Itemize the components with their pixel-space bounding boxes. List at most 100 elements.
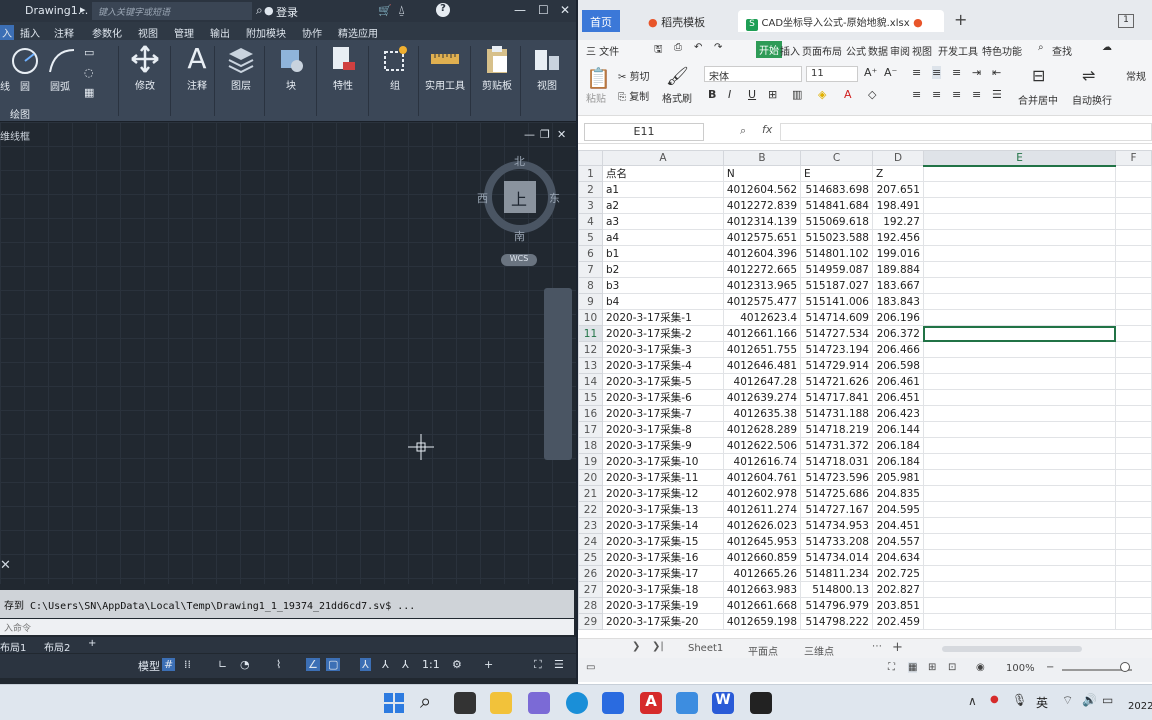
table-cell[interactable] [1115, 261, 1152, 278]
table-cell[interactable]: 204.634 [872, 549, 924, 566]
table-cell[interactable]: 2020-3-17采集-7 [601, 405, 724, 422]
table-cell[interactable]: 192.27 [872, 213, 924, 230]
table-cell[interactable] [1115, 581, 1152, 598]
file-explorer-icon[interactable] [490, 692, 512, 714]
table-cell[interactable] [1115, 213, 1152, 230]
table-cell[interactable]: 206.423 [872, 405, 924, 422]
menu-icon[interactable]: ☰ [554, 658, 564, 671]
table-cell[interactable]: 514683.698 [800, 181, 873, 198]
table-cell[interactable]: 4012647.28 [722, 373, 802, 390]
table-cell[interactable]: 203.851 [872, 597, 924, 614]
minimize-icon[interactable]: — [514, 3, 526, 17]
menu-developer[interactable]: 开发工具 [938, 43, 978, 58]
table-cell[interactable]: 2020-3-17采集-2 [601, 325, 724, 342]
align-middle-icon[interactable]: ≡ [932, 66, 942, 79]
table-cell[interactable] [1115, 565, 1152, 582]
table-cell[interactable]: 207.651 [872, 181, 924, 198]
recorder-icon[interactable] [750, 692, 772, 714]
table-cell[interactable] [1115, 437, 1152, 454]
table-cell[interactable]: 514723.596 [800, 469, 873, 486]
annotation-visibility-icon[interactable]: ⅄ [360, 658, 371, 671]
row-header[interactable]: 20 [578, 469, 603, 486]
clock-date[interactable]: 2022 [1128, 701, 1152, 712]
edge-browser-icon[interactable] [566, 692, 588, 714]
table-cell[interactable]: 514841.684 [800, 197, 873, 214]
row-header[interactable]: 9 [578, 293, 603, 310]
modify-button[interactable]: 修改 [120, 42, 170, 120]
layers-button[interactable]: 图层 [216, 42, 266, 120]
table-cell[interactable] [1115, 597, 1152, 614]
status-page-icon[interactable]: ▭ [586, 662, 595, 673]
table-cell[interactable] [1115, 389, 1152, 406]
ortho-icon[interactable]: ∟ [218, 658, 227, 671]
tab-home-page[interactable]: 首页 [582, 10, 620, 32]
table-cell[interactable] [1115, 453, 1152, 470]
table-cell[interactable] [922, 597, 1117, 614]
table-cell[interactable] [1115, 469, 1152, 486]
table-cell[interactable]: 4012665.26 [722, 565, 802, 582]
table-cell[interactable]: 206.598 [872, 357, 924, 374]
table-cell[interactable]: 202.725 [872, 565, 924, 582]
table-cell[interactable] [922, 389, 1117, 406]
row-header[interactable]: 21 [578, 485, 603, 502]
tab-insert[interactable]: 插入 [20, 25, 40, 40]
windows-start-icon[interactable] [384, 693, 404, 713]
table-cell[interactable] [1115, 357, 1152, 374]
table-cell[interactable] [922, 405, 1117, 422]
row-header[interactable]: 1 [578, 165, 603, 182]
table-cell[interactable]: 198.491 [872, 197, 924, 214]
table-cell[interactable]: 2020-3-17采集-16 [601, 549, 724, 566]
table-cell[interactable]: 4012622.506 [722, 437, 802, 454]
table-cell[interactable]: 199.016 [872, 245, 924, 262]
tray-red-dot-icon[interactable]: ● [990, 694, 999, 705]
microphone-icon[interactable]: 🎙 [1012, 693, 1027, 707]
table-cell[interactable]: 514959.087 [800, 261, 873, 278]
table-cell[interactable] [922, 357, 1117, 374]
table-cell[interactable]: 514734.953 [800, 517, 873, 534]
zoom-out-icon[interactable]: − [1046, 662, 1054, 673]
add-layout-icon[interactable]: + [88, 638, 96, 649]
snap-icon[interactable]: ⁞⁞ [184, 658, 191, 671]
tray-overflow-icon[interactable]: ∧ [968, 694, 977, 708]
menu-find[interactable]: 查找 [1052, 43, 1072, 58]
number-format-label[interactable]: 常规 [1126, 68, 1146, 83]
bold-icon[interactable]: B [708, 88, 716, 101]
prev-sheet-icon[interactable]: ❯ [632, 641, 640, 652]
table-cell[interactable] [1115, 501, 1152, 518]
model-space-button[interactable]: 模型 [138, 658, 160, 674]
row-header[interactable]: 29 [578, 613, 603, 630]
app-icon[interactable] [528, 692, 550, 714]
fill-color-icon[interactable]: ◈ [818, 88, 826, 101]
rectangle-icon[interactable]: ▭ [84, 46, 94, 59]
cmd-close-icon[interactable]: ✕ [0, 558, 11, 573]
battery-icon[interactable]: ▭ [1102, 693, 1113, 707]
table-cell[interactable]: 206.184 [872, 453, 924, 470]
border-icon[interactable]: ⊞ [768, 88, 777, 101]
table-cell[interactable]: 183.667 [872, 277, 924, 294]
menu-page-layout[interactable]: 页面布局 [802, 43, 842, 58]
auto-scale-icon[interactable]: ⅄ [382, 658, 389, 671]
table-cell[interactable]: 4012604.761 [722, 469, 802, 486]
view-button[interactable]: 视图 [522, 42, 572, 120]
table-cell[interactable] [922, 421, 1117, 438]
table-cell[interactable]: 2020-3-17采集-6 [601, 389, 724, 406]
row-header[interactable]: 5 [578, 229, 603, 246]
table-cell[interactable]: 514798.222 [800, 613, 873, 630]
settings-gear-icon[interactable]: ⚙ [452, 658, 462, 671]
table-cell[interactable] [1115, 165, 1152, 182]
merge-center-label[interactable]: 合并居中 [1018, 92, 1058, 107]
table-cell[interactable] [1115, 293, 1152, 310]
table-cell[interactable] [922, 341, 1117, 358]
login-button[interactable]: 登录 [276, 4, 298, 20]
save-icon[interactable]: 🖫 [654, 42, 663, 59]
table-cell[interactable]: 2020-3-17采集-8 [601, 421, 724, 438]
distribute-icon[interactable]: ☰ [992, 88, 1002, 101]
table-cell[interactable]: E [800, 165, 873, 182]
tab-home[interactable]: 入 [0, 25, 14, 40]
table-cell[interactable]: 514727.167 [800, 501, 873, 518]
table-cell[interactable]: 183.843 [872, 293, 924, 310]
table-cell[interactable]: 2020-3-17采集-15 [601, 533, 724, 550]
table-cell[interactable]: Z [872, 165, 924, 182]
plus-icon[interactable]: + [484, 658, 493, 671]
arc-label[interactable]: 圆弧 [50, 78, 70, 93]
